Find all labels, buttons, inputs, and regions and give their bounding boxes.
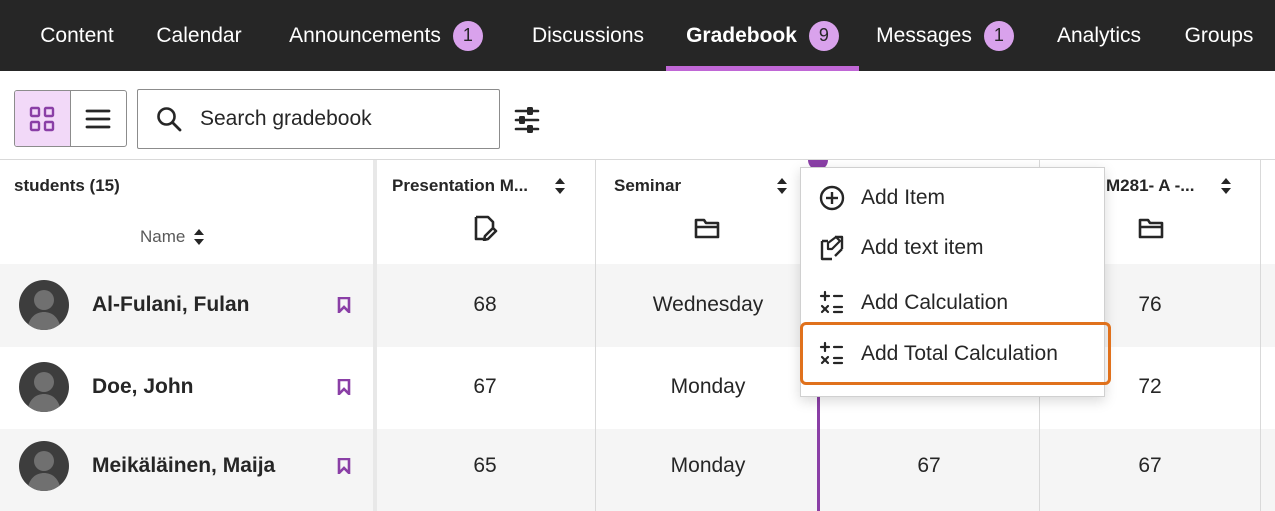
nav-tab-label: Calendar: [156, 23, 242, 47]
nav-tab-announcements[interactable]: Announcements 1: [268, 0, 504, 71]
nav-tab-label: Analytics: [1056, 23, 1142, 47]
filter-button[interactable]: [512, 105, 542, 135]
list-icon: [85, 109, 111, 128]
text-item-icon: [820, 235, 844, 261]
grade-cell[interactable]: 67: [445, 375, 525, 399]
name-sort-button[interactable]: Name: [140, 227, 205, 247]
plus-circle-icon: [819, 185, 845, 211]
grade-cell[interactable]: 76: [1110, 293, 1190, 317]
calculator-icon: [819, 290, 844, 314]
nav-tab-label: Gradebook: [686, 23, 797, 47]
sort-icon[interactable]: [776, 177, 788, 195]
column-divider: [1260, 160, 1261, 511]
search-input[interactable]: [200, 107, 480, 131]
column-title: Seminar: [614, 176, 682, 195]
student-name[interactable]: Meikäläinen, Maija: [92, 454, 275, 478]
grid-icon: [30, 106, 55, 131]
menu-item-add-total-calculation[interactable]: Add Total Calculation: [800, 322, 1111, 385]
filter-sliders-icon: [514, 107, 540, 133]
column-title: Presentation M...: [392, 176, 529, 195]
nav-tab-label: Discussions: [531, 23, 645, 47]
column-header-m281[interactable]: M281- A -...: [1106, 174, 1194, 198]
nav-tab-analytics[interactable]: Analytics: [1042, 0, 1156, 71]
grade-cell[interactable]: 68: [445, 293, 525, 317]
user-silhouette-icon: [27, 451, 61, 491]
view-toggle: [14, 90, 127, 147]
bookmark-icon: [337, 379, 351, 395]
course-nav-bar: Content Calendar Announcements 1 Discuss…: [0, 0, 1275, 71]
grid-view-button[interactable]: [15, 91, 71, 146]
name-column-label: Name: [140, 227, 186, 246]
avatar: [19, 362, 69, 412]
nav-tab-label: Content: [40, 23, 114, 47]
nav-tab-label: Groups: [1184, 23, 1254, 47]
avatar: [19, 441, 69, 491]
sort-icon[interactable]: [554, 177, 566, 195]
sort-icon[interactable]: [1220, 177, 1232, 195]
menu-item-label: Add text item: [861, 236, 984, 259]
grade-cell[interactable]: 67: [889, 454, 969, 478]
nav-tab-discussions[interactable]: Discussions: [516, 0, 660, 71]
bookmark-icon: [337, 458, 351, 474]
calculator-icon: [819, 341, 844, 364]
grade-cell[interactable]: 72: [1110, 375, 1190, 399]
sort-icon: [194, 229, 205, 245]
nav-tab-gradebook[interactable]: Gradebook 9: [666, 0, 859, 71]
grid-divider: [0, 159, 1275, 160]
add-column-menu: Add Item Add text item Add Calculation A…: [800, 167, 1111, 397]
user-silhouette-icon: [27, 372, 61, 412]
menu-item-label: Add Total Calculation: [861, 341, 1058, 365]
grade-cell[interactable]: Wednesday: [620, 293, 796, 317]
nav-tab-content[interactable]: Content: [20, 0, 134, 71]
document-edit-icon: [474, 215, 498, 241]
menu-item-label: Add Item: [861, 186, 946, 209]
list-view-button[interactable]: [71, 91, 127, 146]
user-silhouette-icon: [27, 290, 61, 330]
notification-badge: 1: [452, 20, 483, 51]
student-name[interactable]: Doe, John: [92, 375, 194, 399]
search-icon: [157, 107, 182, 132]
notification-badge: 9: [808, 20, 839, 51]
folder-icon: [694, 218, 720, 239]
bookmark-icon: [337, 297, 351, 313]
grade-cell[interactable]: 65: [445, 454, 525, 478]
column-divider: [595, 160, 596, 511]
column-header-seminar[interactable]: Seminar: [614, 174, 681, 198]
nav-tab-label: Messages: [876, 23, 972, 47]
nav-tab-calendar[interactable]: Calendar: [140, 0, 258, 71]
folder-icon: [1138, 218, 1164, 239]
column-title: M281- A -...: [1106, 176, 1195, 195]
nav-tab-groups[interactable]: Groups: [1168, 0, 1270, 71]
column-divider: [373, 160, 377, 511]
menu-item-add-text-item[interactable]: Add text item: [801, 222, 1104, 274]
menu-item-label: Add Calculation: [861, 291, 1009, 314]
grade-cell[interactable]: Monday: [620, 454, 796, 478]
students-count-header: students (15): [14, 176, 120, 195]
nav-tab-messages[interactable]: Messages 1: [864, 0, 1026, 71]
grade-cell[interactable]: 67: [1110, 454, 1190, 478]
menu-item-add-item[interactable]: Add Item: [801, 172, 1104, 224]
grade-cell[interactable]: Monday: [620, 375, 796, 399]
search-gradebook-field[interactable]: [137, 89, 500, 149]
student-name[interactable]: Al-Fulani, Fulan: [92, 293, 250, 317]
nav-tab-label: Announcements: [289, 23, 441, 47]
notification-badge: 1: [983, 20, 1014, 51]
avatar: [19, 280, 69, 330]
column-header-presentation[interactable]: Presentation M...: [392, 174, 528, 198]
